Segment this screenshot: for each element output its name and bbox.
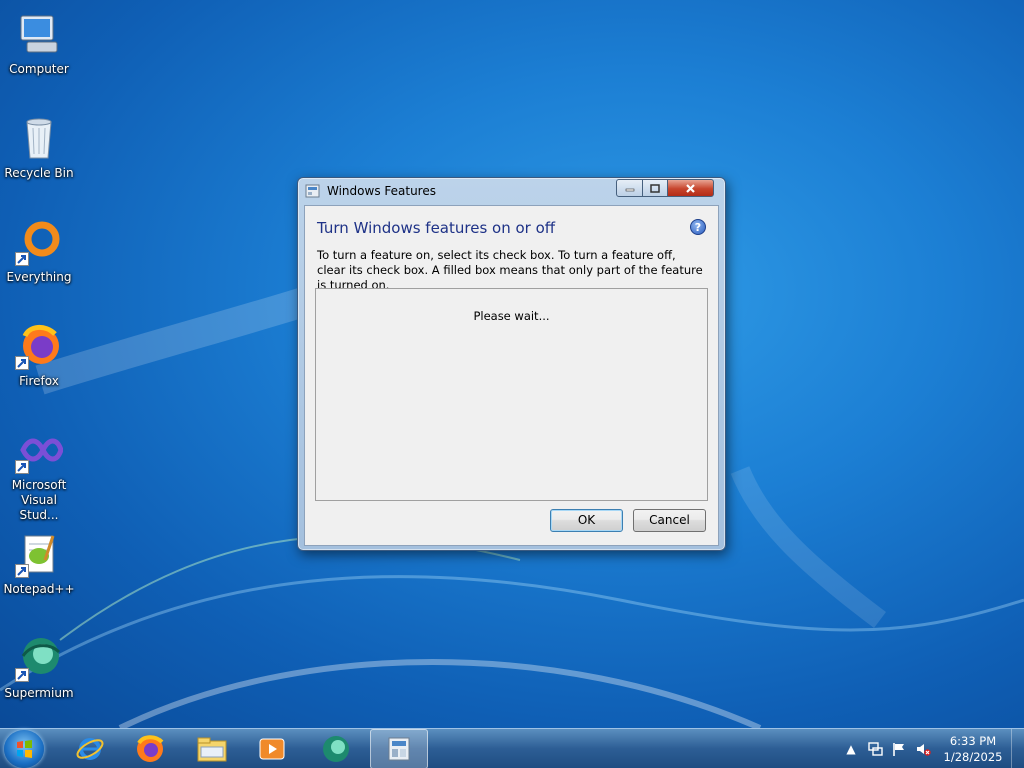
features-tree[interactable]: Please wait... [315, 288, 708, 501]
desktop-icon-label: Notepad++ [3, 582, 75, 596]
desktop-icon-supermium[interactable]: Supermium [2, 628, 76, 724]
loading-status: Please wait... [473, 309, 550, 323]
window-title: Windows Features [327, 184, 436, 198]
shortcut-arrow-icon [15, 252, 29, 266]
show-hidden-icons-button[interactable]: ▲ [843, 741, 859, 757]
supermium-icon [15, 634, 63, 682]
taskbar-clock[interactable]: 6:33 PM 1/28/2025 [935, 733, 1011, 765]
network-icon[interactable] [867, 741, 883, 757]
desktop-icon-label: Computer [9, 62, 69, 76]
visual-studio-icon [15, 426, 64, 474]
desktop: Computer Recycle Bin Everything Firefox … [0, 0, 1024, 728]
close-button[interactable] [667, 179, 714, 197]
volume-muted-icon[interactable] [915, 741, 931, 757]
notepad-plus-plus-icon [15, 530, 63, 578]
file-explorer-icon [197, 737, 227, 762]
desktop-icon-label: Supermium [4, 686, 74, 700]
shortcut-arrow-icon [15, 668, 29, 682]
dialog-description: To turn a feature on, select its check b… [317, 248, 703, 292]
taskbar-internet-explorer[interactable] [62, 729, 118, 768]
taskbar: ▲ 6:33 PM 1/28/2025 [0, 728, 1024, 768]
clock-date: 1/28/2025 [943, 750, 1003, 764]
desktop-icon-visual-studio[interactable]: Microsoft Visual Stud... [2, 420, 76, 522]
maximize-button[interactable] [642, 179, 668, 197]
media-player-icon [259, 738, 285, 760]
dialog-heading: Turn Windows features on or off [317, 219, 556, 237]
firefox-icon [137, 735, 164, 762]
recycle-bin-icon [15, 114, 63, 162]
windows-logo-icon [17, 740, 32, 758]
clock-time: 6:33 PM [949, 734, 997, 748]
desktop-icon-recycle-bin[interactable]: Recycle Bin [2, 108, 76, 204]
windows-features-icon [388, 737, 410, 761]
title-bar[interactable]: Windows Features [298, 178, 725, 204]
taskbar-media-player[interactable] [244, 729, 300, 768]
shortcut-arrow-icon [15, 356, 29, 370]
windows-features-icon [305, 184, 320, 198]
start-button[interactable] [4, 730, 44, 768]
close-icon [686, 183, 695, 193]
desktop-icon-label: Firefox [19, 374, 59, 388]
firefox-icon [15, 322, 63, 370]
cancel-button[interactable]: Cancel [633, 509, 706, 532]
show-desktop-button[interactable] [1011, 729, 1024, 768]
desktop-icon-computer[interactable]: Computer [2, 4, 76, 100]
minimize-icon [625, 188, 634, 192]
desktop-icon-label: Everything [6, 270, 72, 284]
desktop-icon-firefox[interactable]: Firefox [2, 316, 76, 412]
desktop-icon-label: Microsoft Visual Stud... [11, 478, 67, 522]
minimize-button[interactable] [616, 179, 643, 197]
windows-features-window[interactable]: Windows Features Turn Windows features o… [297, 177, 726, 551]
taskbar-firefox[interactable] [122, 729, 178, 768]
ok-button[interactable]: OK [550, 509, 623, 532]
supermium-icon [323, 736, 349, 762]
everything-icon [15, 218, 63, 266]
computer-icon [15, 10, 63, 58]
dialog-client-area: Turn Windows features on or off ? To tur… [304, 205, 719, 546]
shortcut-arrow-icon [15, 460, 29, 474]
maximize-icon [650, 183, 660, 193]
taskbar-file-explorer[interactable] [184, 729, 240, 768]
help-icon[interactable]: ? [690, 219, 706, 235]
taskbar-windows-features[interactable] [370, 729, 428, 768]
shortcut-arrow-icon [15, 564, 29, 578]
desktop-icon-notepad-plus-plus[interactable]: Notepad++ [2, 524, 76, 620]
taskbar-supermium[interactable] [308, 729, 364, 768]
desktop-icon-label: Recycle Bin [4, 166, 74, 180]
desktop-icon-everything[interactable]: Everything [2, 212, 76, 308]
internet-explorer-icon [76, 738, 104, 760]
action-center-flag-icon[interactable] [891, 741, 907, 757]
